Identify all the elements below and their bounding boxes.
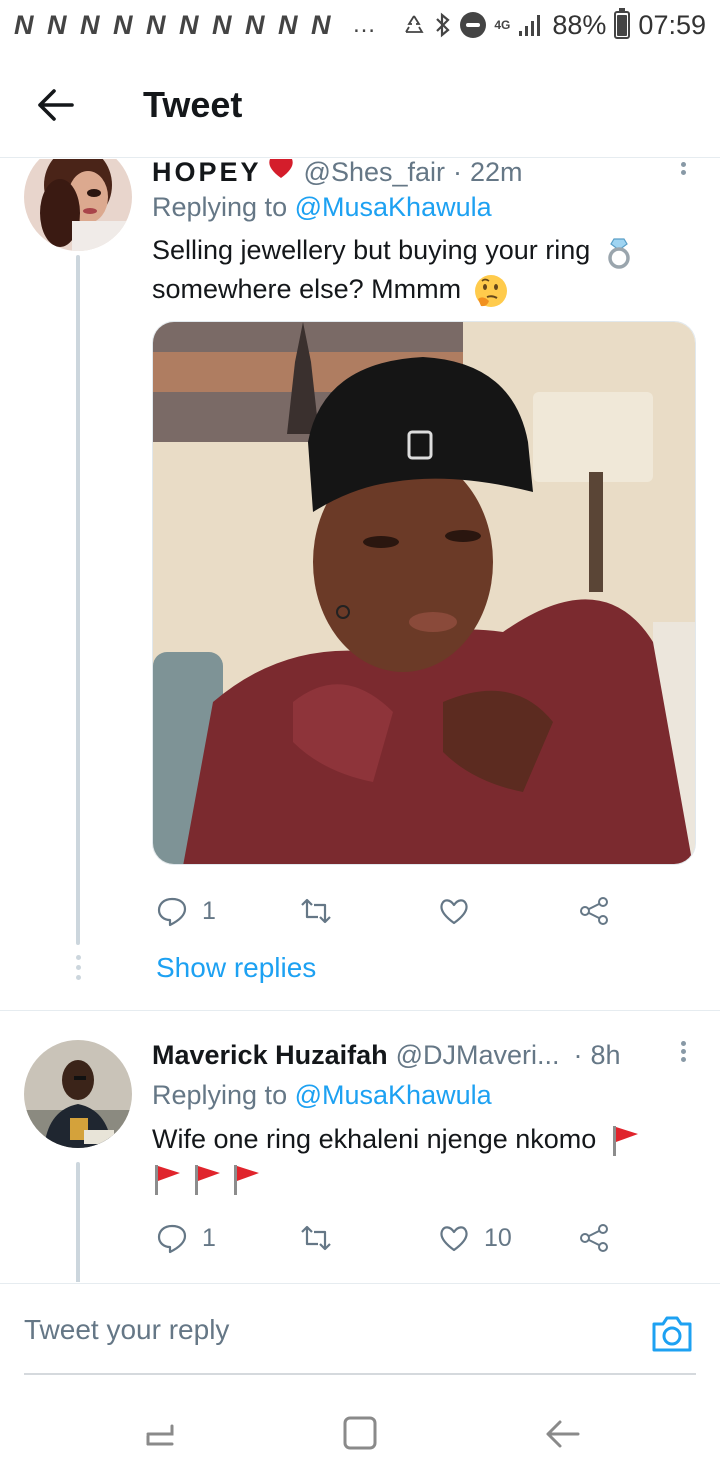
back-button[interactable]: [22, 72, 88, 138]
bluetooth-icon: [434, 12, 452, 38]
notification-n-icon: N: [14, 9, 34, 40]
notification-n-icon: N: [80, 9, 100, 40]
back-arrow-icon: [38, 88, 74, 121]
show-replies-link[interactable]: Show replies: [156, 952, 316, 984]
home-icon: [343, 1416, 377, 1450]
red-flag-icon: [234, 1164, 260, 1195]
status-bar: N N N N N N N N N N … 4G 88% 07:59: [0, 0, 720, 50]
heart-outline-icon: [440, 899, 468, 925]
replying-to-label: Replying to: [152, 1080, 288, 1110]
separator-dot: ·: [573, 1040, 583, 1070]
reply-icon: [157, 1224, 187, 1254]
display-name[interactable]: HOPEY: [152, 159, 262, 188]
tweet-text-line: Wife one ring ekhaleni njenge nkomo: [152, 1124, 597, 1154]
thread-line: [76, 1162, 80, 1282]
replying-to: Replying to @MusaKhawula: [152, 1080, 492, 1111]
tweet-text: Wife one ring ekhaleni njenge nkomo: [152, 1120, 692, 1198]
reply-input[interactable]: [24, 1314, 624, 1346]
input-underline: [24, 1373, 696, 1375]
more-options-icon[interactable]: [678, 159, 688, 178]
reply-count: 1: [202, 896, 216, 925]
retweet-button[interactable]: [298, 1216, 348, 1260]
camera-icon: [652, 1316, 692, 1352]
notification-n-icon: N: [146, 9, 166, 40]
nav-back-icon: [546, 1420, 580, 1448]
system-back-button[interactable]: [542, 1412, 582, 1456]
tweet-actions: 1: [152, 889, 622, 933]
recycle-icon: [402, 13, 426, 37]
tweet-timestamp[interactable]: 22m: [470, 159, 523, 188]
notification-n-icon: N: [311, 9, 331, 40]
avatar[interactable]: [24, 1040, 132, 1148]
notification-n-icon: N: [47, 9, 67, 40]
replying-to-link[interactable]: @MusaKhawula: [295, 192, 492, 222]
thread-continuation-dots: [76, 955, 82, 985]
battery-fill: [617, 14, 628, 36]
display-name[interactable]: Maverick Huzaifah: [152, 1040, 388, 1071]
notification-n-icon: N: [278, 9, 298, 40]
thinking-face-icon: [474, 274, 507, 307]
reply-composer: [0, 1283, 720, 1383]
signal-icon: [518, 13, 544, 37]
thread-line: [76, 255, 80, 945]
notification-n-icon: N: [212, 9, 232, 40]
share-icon: [580, 897, 608, 925]
app-header: Tweet: [0, 52, 720, 158]
tweet-item[interactable]: Maverick Huzaifah @DJMaveri... · 8h Repl…: [0, 1012, 720, 1282]
network-type-icon: 4G: [494, 17, 511, 32]
tweet-text-line: Selling jewellery but buying your ring: [152, 235, 591, 265]
camera-button[interactable]: [650, 1314, 694, 1354]
notification-icons: N N N N N N N N N N …: [14, 10, 377, 41]
more-options-icon[interactable]: [678, 1038, 688, 1065]
retweet-icon: [301, 898, 331, 924]
red-flag-icon: [612, 1125, 638, 1156]
tweet-timestamp[interactable]: 8h: [591, 1040, 621, 1071]
replying-to-link[interactable]: @MusaKhawula: [295, 1080, 492, 1110]
home-button[interactable]: [340, 1412, 380, 1456]
tweet-header: Maverick Huzaifah @DJMaveri... · 8h: [152, 1040, 621, 1071]
do-not-disturb-icon: [460, 12, 487, 38]
tweet-text: Selling jewellery but buying your ring s…: [152, 231, 692, 309]
tweet-text-line: somewhere else? Mmmm: [152, 274, 462, 304]
system-status: 4G 88% 07:59: [402, 8, 706, 41]
heart-icon: [268, 159, 293, 178]
more-notifications-icon: …: [352, 11, 377, 38]
replying-to: Replying to @MusaKhawula: [152, 192, 492, 223]
tweet-item[interactable]: HOPEY @Shes_fair · 22m Replying to @Musa…: [0, 159, 720, 1011]
share-button[interactable]: [578, 1216, 610, 1260]
system-navigation-bar: [0, 1390, 720, 1480]
tweet-media-image[interactable]: [152, 321, 696, 865]
reply-button[interactable]: 1: [156, 1216, 216, 1260]
recents-icon: [146, 1424, 174, 1446]
reply-icon: [157, 897, 187, 927]
share-button[interactable]: [578, 889, 610, 933]
like-button[interactable]: [438, 889, 484, 933]
ring-icon: [608, 238, 630, 269]
avatar[interactable]: [24, 159, 132, 251]
user-handle[interactable]: @DJMaveri...: [396, 1040, 560, 1071]
notification-n-icon: N: [245, 9, 265, 40]
reply-button[interactable]: 1: [156, 889, 216, 933]
retweet-icon: [301, 1225, 331, 1251]
heart-outline-icon: [440, 1226, 468, 1252]
battery-percent: 88%: [552, 9, 607, 40]
battery-icon: [614, 8, 631, 39]
red-flag-icon: [155, 1164, 180, 1195]
like-button[interactable]: 10: [438, 1216, 512, 1260]
tweet-actions: 1 10: [152, 1216, 622, 1260]
clock: 07:59: [638, 9, 706, 40]
recents-button[interactable]: [140, 1412, 180, 1456]
replying-to-label: Replying to: [152, 192, 288, 222]
red-flag-icon: [194, 1164, 220, 1195]
user-handle[interactable]: @Shes_fair: [304, 159, 445, 188]
tweet-header: HOPEY @Shes_fair · 22m: [152, 159, 523, 188]
reply-count: 1: [202, 1223, 216, 1252]
notification-n-icon: N: [113, 9, 133, 40]
notification-n-icon: N: [179, 9, 199, 40]
share-icon: [580, 1224, 608, 1252]
retweet-button[interactable]: [298, 889, 348, 933]
page-title: Tweet: [143, 83, 243, 125]
separator-dot: ·: [453, 159, 463, 187]
like-count: 10: [484, 1223, 512, 1252]
